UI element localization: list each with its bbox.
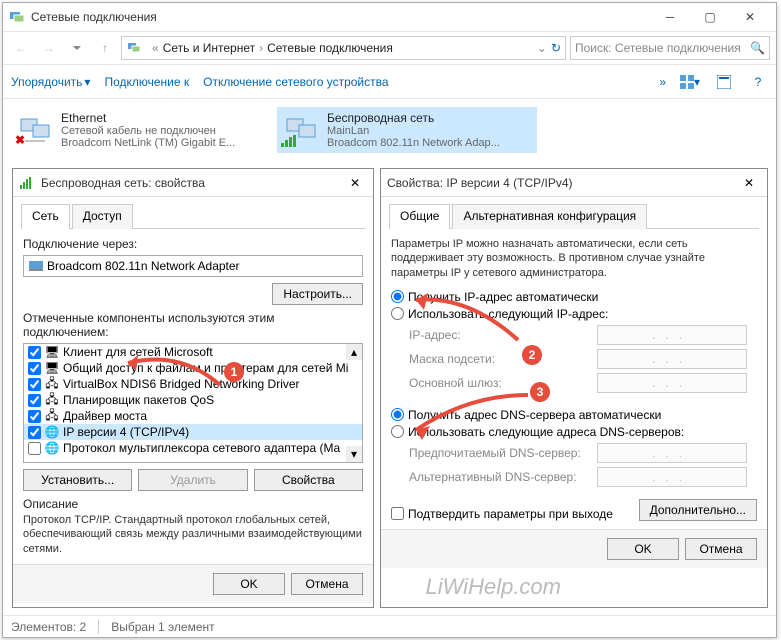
status-bar: Элементов: 2 Выбран 1 элемент	[3, 615, 776, 637]
dns-alt-field: ...	[597, 467, 747, 487]
error-icon: ✖	[15, 133, 25, 147]
adapter-properties-dialog: Беспроводная сеть: свойства ✕ Сеть Досту…	[12, 168, 374, 608]
refresh-icon[interactable]: ↻	[551, 41, 561, 55]
adapter-icon	[29, 259, 43, 273]
organize-menu[interactable]: Упорядочить ▾	[11, 75, 90, 89]
bridge-icon: 🖧	[45, 409, 59, 423]
app-icon	[9, 9, 25, 25]
disable-device[interactable]: Отключение сетевого устройства	[203, 75, 388, 89]
scroll-down-button[interactable]: ▾	[346, 446, 362, 462]
dns-manual-radio[interactable]: Использовать следующие адреса DNS-сервер…	[391, 425, 757, 439]
ok-button[interactable]: OK	[607, 538, 679, 560]
back-button[interactable]: ←	[9, 36, 33, 60]
connection-wireless[interactable]: Беспроводная сеть MainLan Broadcom 802.1…	[277, 107, 537, 153]
cancel-button[interactable]: Отмена	[685, 538, 757, 560]
forward-button[interactable]: →	[37, 36, 61, 60]
minimize-button[interactable]: ─	[650, 4, 690, 30]
location-icon	[126, 40, 142, 56]
search-input[interactable]: Поиск: Сетевые подключения 🔍	[570, 36, 770, 60]
list-item[interactable]: 🖥Клиент для сетей Microsoft	[24, 344, 362, 360]
dialog-titlebar: Беспроводная сеть: свойства ✕	[13, 169, 373, 197]
install-button[interactable]: Установить...	[23, 469, 132, 491]
ip-manual-radio[interactable]: Использовать следующий IP-адрес:	[391, 307, 757, 321]
list-item[interactable]: 🖥Общий доступ к файлам и принтерам для с…	[24, 360, 362, 376]
list-item-ipv4[interactable]: 🌐IP версии 4 (TCP/IPv4)	[24, 424, 362, 440]
ethernet-icon: ✖	[15, 111, 55, 147]
more-chevron-icon[interactable]: »	[659, 75, 666, 89]
ok-button[interactable]: OK	[213, 573, 285, 595]
signal-icon	[281, 135, 297, 147]
ip-address-field: ...	[597, 325, 747, 345]
gateway-field: ...	[597, 373, 747, 393]
dialog-titlebar: Свойства: IP версии 4 (TCP/IPv4) ✕	[381, 169, 767, 197]
wifi-icon	[281, 111, 321, 147]
tab-general[interactable]: Общие	[389, 204, 450, 229]
list-item[interactable]: 🖧Планировщик пакетов QoS	[24, 392, 362, 408]
chevron-down-icon[interactable]: ⌄	[537, 41, 547, 55]
protocol-icon: 🌐	[45, 425, 59, 439]
remove-button: Удалить	[138, 469, 247, 491]
close-button[interactable]: ✕	[730, 4, 770, 30]
ip-auto-radio[interactable]: Получить IP-адрес автоматически	[391, 290, 757, 304]
ipv4-properties-dialog: Свойства: IP версии 4 (TCP/IPv4) ✕ Общие…	[380, 168, 768, 608]
connections-list: ✖ Ethernet Сетевой кабель не подключен B…	[3, 99, 776, 161]
adapter-field: Broadcom 802.11n Network Adapter	[23, 255, 363, 277]
client-icon: 🖥	[45, 345, 59, 359]
details-pane-icon[interactable]	[714, 72, 734, 92]
close-button[interactable]: ✕	[737, 171, 761, 195]
components-list[interactable]: 🖥Клиент для сетей Microsoft 🖥Общий досту…	[23, 343, 363, 463]
connection-ethernet[interactable]: ✖ Ethernet Сетевой кабель не подключен B…	[11, 107, 271, 153]
help-icon[interactable]: ?	[748, 72, 768, 92]
watermark: LiWiHelp.com	[425, 574, 561, 600]
chevron-down-icon: ▾	[84, 75, 90, 89]
wifi-icon	[19, 175, 35, 191]
window-title: Сетевые подключения	[31, 10, 650, 24]
properties-button[interactable]: Свойства	[254, 469, 363, 491]
address-bar[interactable]: « Сеть и Интернет › Сетевые подключения …	[121, 36, 566, 60]
list-item[interactable]: 🌐Протокол мультиплексора сетевого адапте…	[24, 440, 362, 456]
confirm-checkbox[interactable]: Подтвердить параметры при выходе	[391, 507, 613, 521]
protocol-icon: 🌐	[45, 441, 59, 455]
breadcrumb-item[interactable]: Сетевые подключения	[267, 41, 393, 55]
tab-network[interactable]: Сеть	[21, 204, 70, 229]
tab-sharing[interactable]: Доступ	[72, 204, 133, 229]
close-button[interactable]: ✕	[343, 171, 367, 195]
advanced-button[interactable]: Дополнительно...	[639, 499, 757, 521]
list-item[interactable]: 🖧Драйвер моста	[24, 408, 362, 424]
maximize-button[interactable]: ▢	[690, 4, 730, 30]
configure-button[interactable]: Настроить...	[272, 283, 363, 305]
history-dropdown[interactable]	[65, 36, 89, 60]
breadcrumb-item[interactable]: Сеть и Интернет	[163, 41, 255, 55]
subnet-mask-field: ...	[597, 349, 747, 369]
scroll-up-button[interactable]: ▴	[346, 344, 362, 360]
tab-alternate[interactable]: Альтернативная конфигурация	[452, 204, 647, 229]
connect-menu[interactable]: Подключение к	[104, 75, 189, 89]
dns-pref-field: ...	[597, 443, 747, 463]
up-button[interactable]: ↑	[93, 36, 117, 60]
dns-auto-radio[interactable]: Получить адрес DNS-сервера автоматически	[391, 408, 757, 422]
search-icon: 🔍	[750, 41, 765, 55]
list-item[interactable]: 🖧VirtualBox NDIS6 Bridged Networking Dri…	[24, 376, 362, 392]
command-bar: Упорядочить ▾ Подключение к Отключение с…	[3, 65, 776, 99]
navbar: ← → ↑ « Сеть и Интернет › Сетевые подклю…	[3, 31, 776, 65]
titlebar: Сетевые подключения ─ ▢ ✕	[3, 3, 776, 31]
view-options-icon[interactable]: ▾	[680, 72, 700, 92]
cancel-button[interactable]: Отмена	[291, 573, 363, 595]
